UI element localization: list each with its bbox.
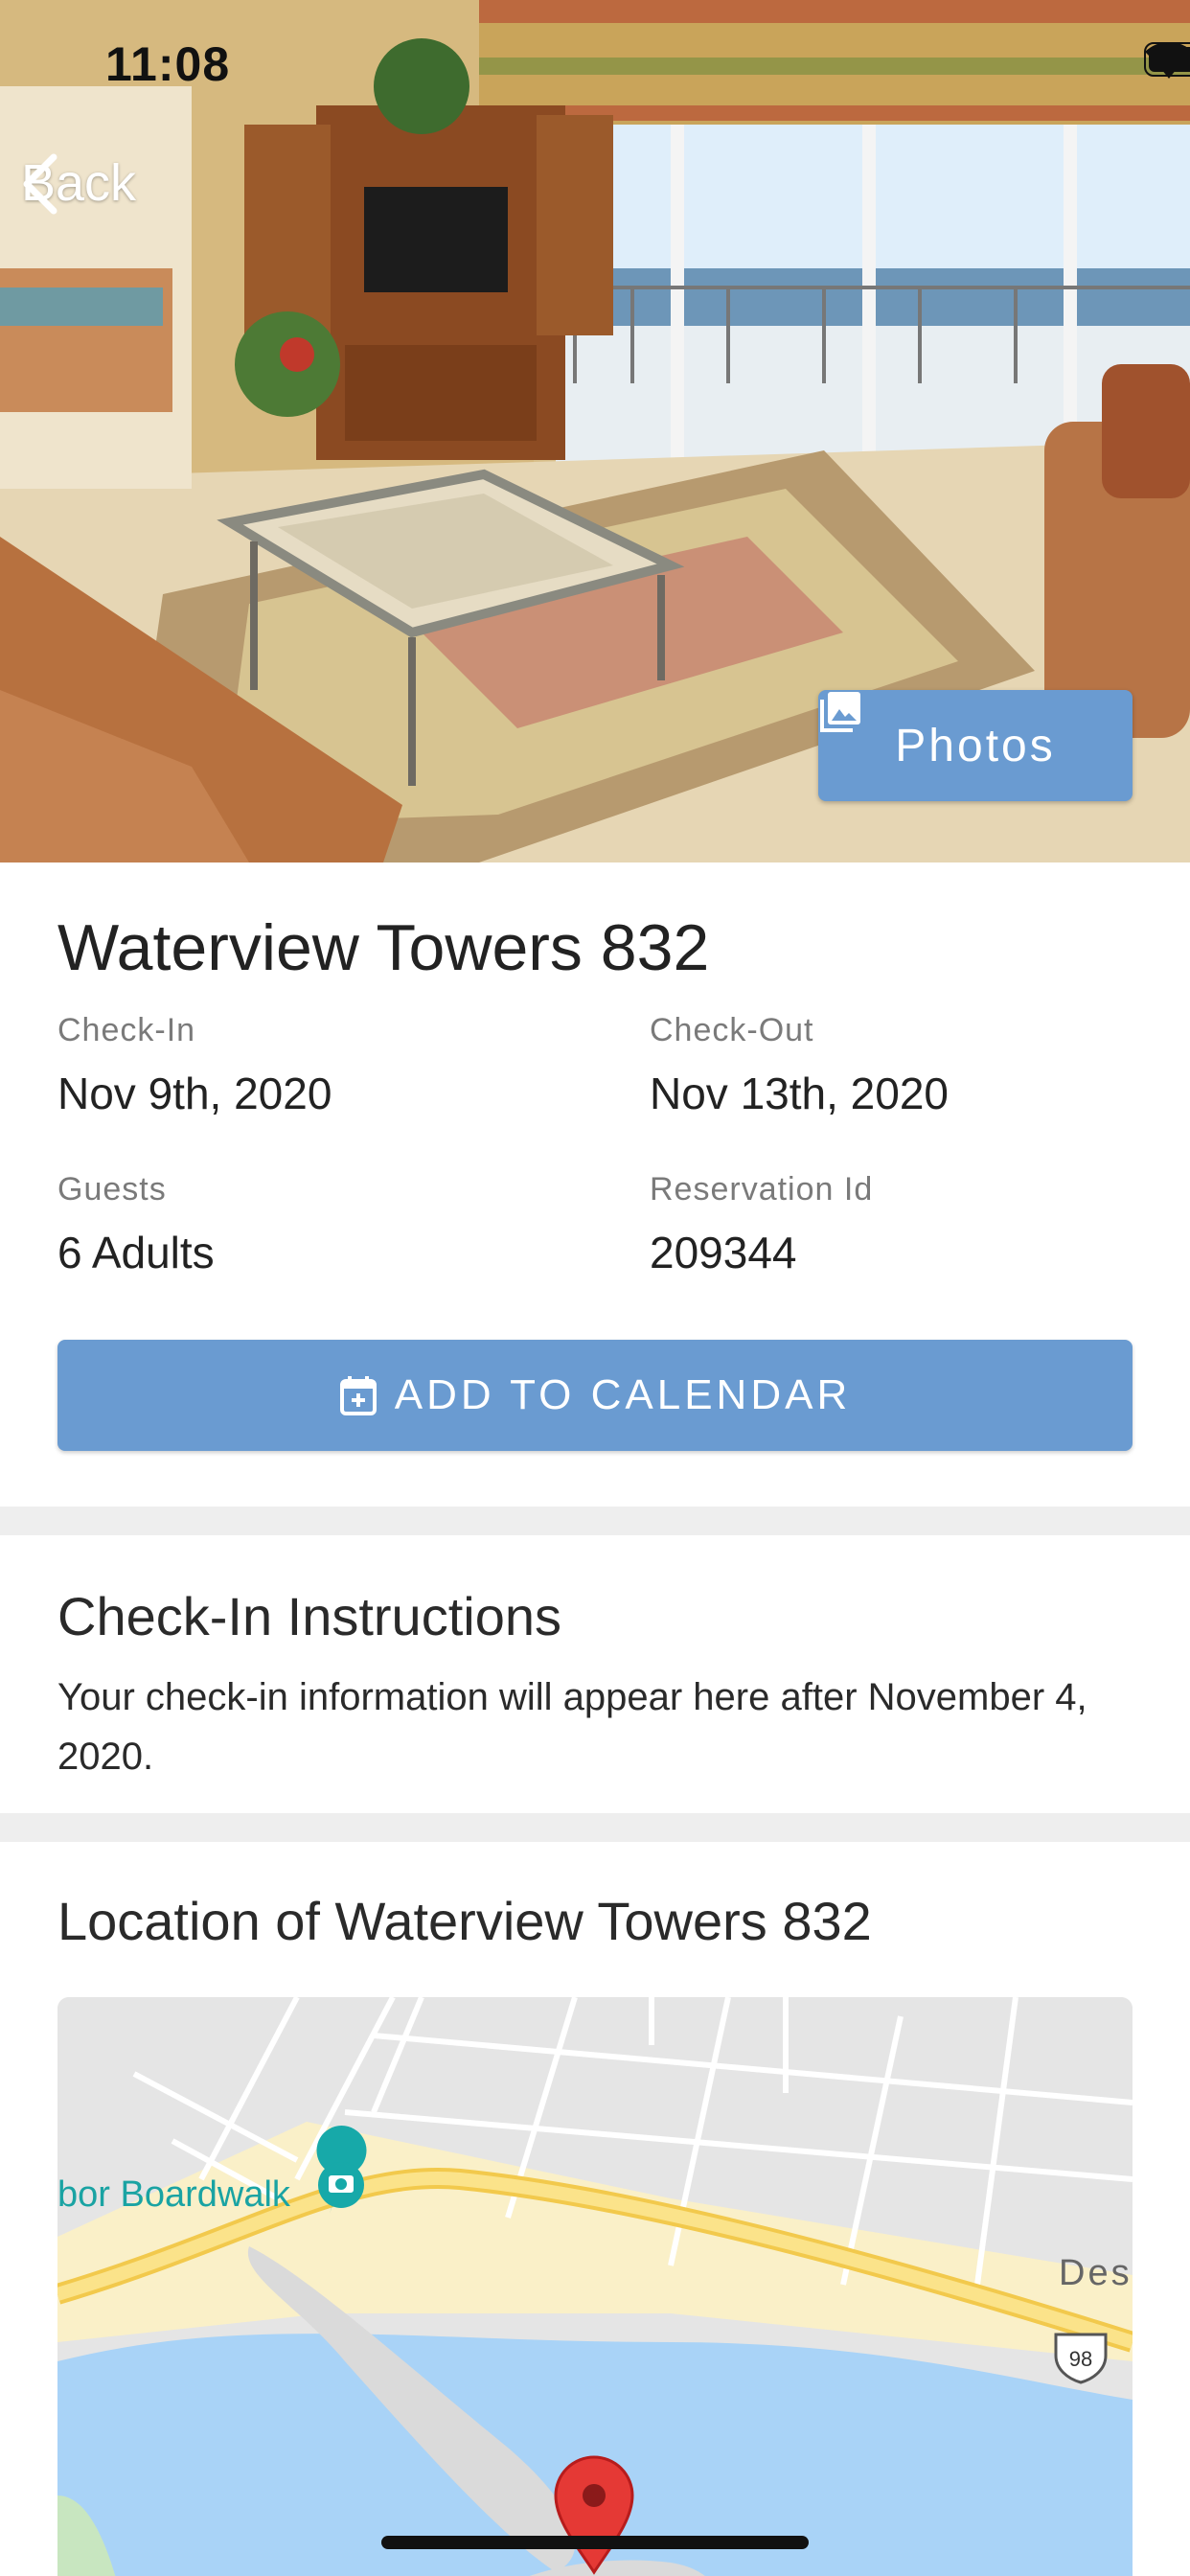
- checkin-instructions-text: Your check-in information will appear he…: [57, 1676, 1087, 1778]
- calendar-add-icon: [339, 1376, 377, 1415]
- map-place-label: Des: [1059, 2253, 1133, 2293]
- check-in-label: Check-In: [57, 1012, 196, 1048]
- reservation-id-label: Reservation Id: [650, 1171, 874, 1208]
- location-title: Location of Waterview Towers 832: [57, 1891, 872, 1951]
- chevron-left-icon: [23, 153, 57, 215]
- back-button[interactable]: Back: [21, 153, 136, 215]
- map-canvas: 98 bor Boardwalk Des: [57, 1997, 1133, 2576]
- check-out-label: Check-Out: [650, 1012, 814, 1048]
- status-time: 11:08: [105, 37, 231, 91]
- photo-library-icon: [820, 692, 860, 732]
- photos-label: Photos: [895, 720, 1056, 771]
- location-map[interactable]: 98 bor Boardwalk Des: [57, 1997, 1133, 2576]
- highway-shield-label: 98: [1069, 2347, 1092, 2371]
- reservation-id-value: 209344: [650, 1228, 797, 1277]
- check-out-value: Nov 13th, 2020: [650, 1069, 950, 1118]
- checkin-instructions-section: Check-In Instructions Your check-in info…: [0, 1535, 1190, 1813]
- photos-button[interactable]: Photos: [818, 690, 1133, 801]
- section-divider: [0, 1506, 1190, 1535]
- home-indicator: [381, 2536, 809, 2549]
- map-poi-label: bor Boardwalk: [57, 2174, 291, 2215]
- check-in-value: Nov 9th, 2020: [57, 1069, 332, 1118]
- checkin-instructions-title: Check-In Instructions: [57, 1586, 561, 1646]
- add-to-calendar-button[interactable]: ADD TO CALENDAR: [57, 1340, 1133, 1451]
- property-hero-photo: 11:08 Back Photos: [0, 0, 1190, 862]
- property-title: Waterview Towers 832: [57, 911, 710, 984]
- guests-value: 6 Adults: [57, 1228, 215, 1277]
- add-to-calendar-label: ADD TO CALENDAR: [394, 1371, 852, 1418]
- guests-label: Guests: [57, 1171, 167, 1208]
- section-divider: [0, 1813, 1190, 1842]
- battery-icon: [1144, 42, 1190, 77]
- reservation-card: Waterview Towers 832 Check-In Nov 9th, 2…: [0, 862, 1190, 1506]
